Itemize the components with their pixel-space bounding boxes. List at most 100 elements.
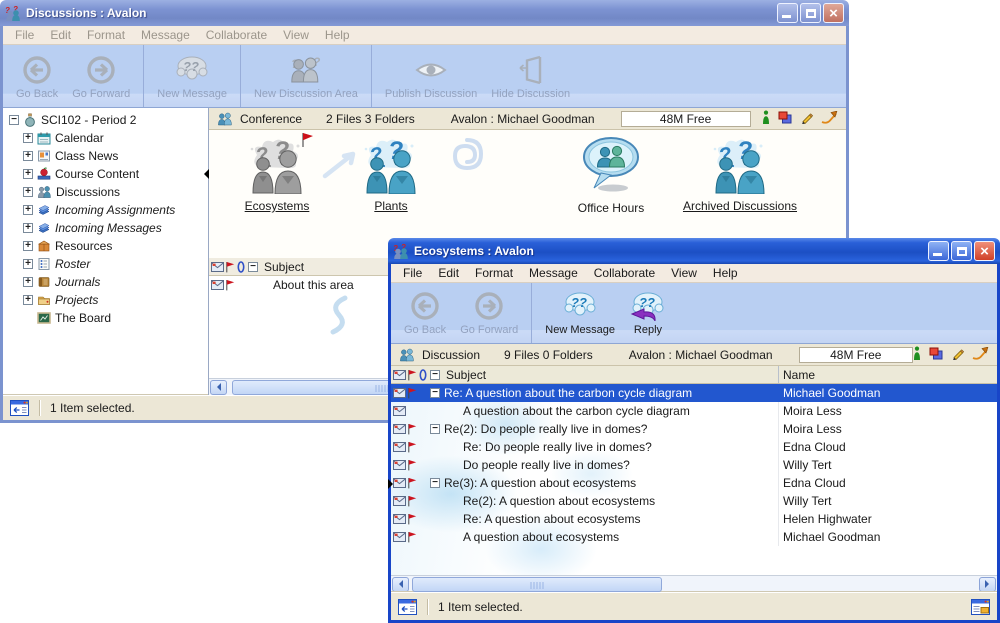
subject-column-header[interactable]: − Subject [391,366,779,383]
scroll-left-button[interactable] [210,380,227,395]
maximize-button[interactable] [951,241,972,261]
menu-edit[interactable]: Edit [430,264,467,282]
toggle-panel-icon[interactable] [398,599,417,615]
table-row[interactable]: Re(2): A question about ecosystemsWilly … [391,492,997,510]
splitter-collapse-arrow[interactable] [388,479,398,489]
tree-collapse-box[interactable]: − [9,115,19,125]
menu-help[interactable]: Help [317,26,358,44]
subject-text: Re: A question about ecosystems [463,512,640,526]
toggle-panel-icon[interactable] [10,400,29,416]
tree-item-journals[interactable]: +Journals [3,273,208,291]
tree-item-calendar[interactable]: + Calendar [3,129,208,147]
subject-column-header[interactable]: Subject [264,260,304,274]
tree-item-incoming-messages[interactable]: +Incoming Messages [3,219,208,237]
tree-item-incoming-assignments[interactable]: +Incoming Assignments [3,201,208,219]
name-column-header[interactable]: Name [779,366,997,383]
tree-expand-box[interactable]: + [23,241,33,251]
tree-item-the-board[interactable]: The Board [3,309,208,327]
toolbar-button-label: New Message [545,324,615,336]
splitter-collapse-arrow[interactable] [199,169,209,179]
close-button[interactable]: × [823,3,844,23]
pen-sign-indicator[interactable] [821,111,838,127]
menu-message[interactable]: Message [133,26,198,44]
view-options-icon[interactable] [971,599,990,615]
menu-edit[interactable]: Edit [42,26,79,44]
go-back-button[interactable]: Go Back [9,47,65,105]
thread-collapse-box[interactable]: − [430,388,440,398]
table-row[interactable]: −Re(3): A question about ecosystemsEdna … [391,474,997,492]
publish-discussion-button[interactable]: Publish Discussion [378,47,484,105]
collapse-all-box[interactable]: − [248,262,258,272]
tree-item-label: Calendar [55,131,104,145]
green-person-indicator[interactable] [762,110,770,127]
reply-button[interactable]: ?? Reply [622,285,674,341]
menu-format[interactable]: Format [467,264,521,282]
app-icon: ? ? [393,243,409,259]
table-row[interactable]: Re: A question about ecosystemsHelen Hig… [391,510,997,528]
tree-expand-box[interactable]: + [23,169,33,179]
titlebar-discussions[interactable]: ? ? Discussions : Avalon × [0,0,849,26]
tree-expand-box[interactable]: + [23,259,33,269]
new-discussion-area-button[interactable]: ? ? New Discussion Area [247,47,365,105]
table-row[interactable]: Do people really live in domes?Willy Ter… [391,456,997,474]
menu-file[interactable]: File [7,26,42,44]
close-button[interactable]: × [974,241,995,261]
tree-item-sci102-period-2[interactable]: −SCI102 - Period 2 [3,111,208,129]
menu-help[interactable]: Help [705,264,746,282]
scrollbar-thumb[interactable] [412,577,662,592]
minimize-button[interactable] [777,3,798,23]
scrollbar-track[interactable] [410,577,978,592]
minimize-button[interactable] [928,241,949,261]
new-message-button[interactable]: ?? New Message [150,47,234,105]
tree-expand-box[interactable]: + [23,295,33,305]
table-row[interactable]: −Re: A question about the carbon cycle d… [391,384,997,402]
scroll-left-button[interactable] [392,577,409,592]
toolbar-button-label: New Message [157,88,227,100]
thread-collapse-box[interactable]: − [430,424,440,434]
menu-view[interactable]: View [275,26,317,44]
menu-file[interactable]: File [395,264,430,282]
tree-expand-box[interactable]: + [23,205,33,215]
tree-item-projects[interactable]: +Projects [3,291,208,309]
table-row[interactable]: A question about ecosystemsMichael Goodm… [391,528,997,546]
tree-expand-box[interactable]: + [23,223,33,233]
horizontal-scrollbar[interactable] [391,575,997,592]
flag-icon [224,261,236,273]
tree-item-discussions[interactable]: + Discussions [3,183,208,201]
tree-item-course-content[interactable]: +Course Content [3,165,208,183]
pencil-indicator[interactable] [800,111,813,127]
squares-indicator[interactable] [929,347,943,363]
table-row[interactable]: −Re(2): Do people really live in domes?M… [391,420,997,438]
tree-item-class-news[interactable]: +Class News [3,147,208,165]
tree-expand-box[interactable]: + [23,187,33,197]
hide-discussion-button[interactable]: Hide Discussion [484,47,577,105]
new-message-button[interactable]: ?? New Message [538,285,622,341]
tree-expand-box[interactable]: + [23,151,33,161]
scroll-right-button[interactable] [979,577,996,592]
conference-item-archived-discussions[interactable]: ? ? Archived Discussions [657,136,823,213]
go-forward-button[interactable]: Go Forward [65,47,137,105]
menu-collaborate[interactable]: Collaborate [198,26,275,44]
conference-item-ecosystems[interactable]: ? ? Ecosystems [227,136,327,213]
table-row[interactable]: A question about the carbon cycle diagra… [391,402,997,420]
menu-format[interactable]: Format [79,26,133,44]
maximize-button[interactable] [800,3,821,23]
green-person-indicator[interactable] [913,346,921,363]
menu-view[interactable]: View [663,264,705,282]
tree-expand-box[interactable]: + [23,277,33,287]
titlebar-ecosystems[interactable]: ? ? Ecosystems : Avalon × [388,238,1000,264]
tree-expand-box[interactable]: + [23,133,33,143]
tree-item-roster[interactable]: +Roster [3,255,208,273]
pen-sign-indicator[interactable] [972,347,989,363]
tree-item-resources[interactable]: +Resources [3,237,208,255]
squares-indicator[interactable] [778,111,792,127]
collapse-all-box[interactable]: − [430,370,440,380]
go-forward-button[interactable]: Go Forward [453,285,525,341]
menu-collaborate[interactable]: Collaborate [586,264,663,282]
menu-message[interactable]: Message [521,264,586,282]
pencil-indicator[interactable] [951,347,964,363]
thread-collapse-box[interactable]: − [430,478,440,488]
go-back-button[interactable]: Go Back [397,285,453,341]
pen-sign-icon [821,111,838,124]
table-row[interactable]: Re: Do people really live in domes?Edna … [391,438,997,456]
